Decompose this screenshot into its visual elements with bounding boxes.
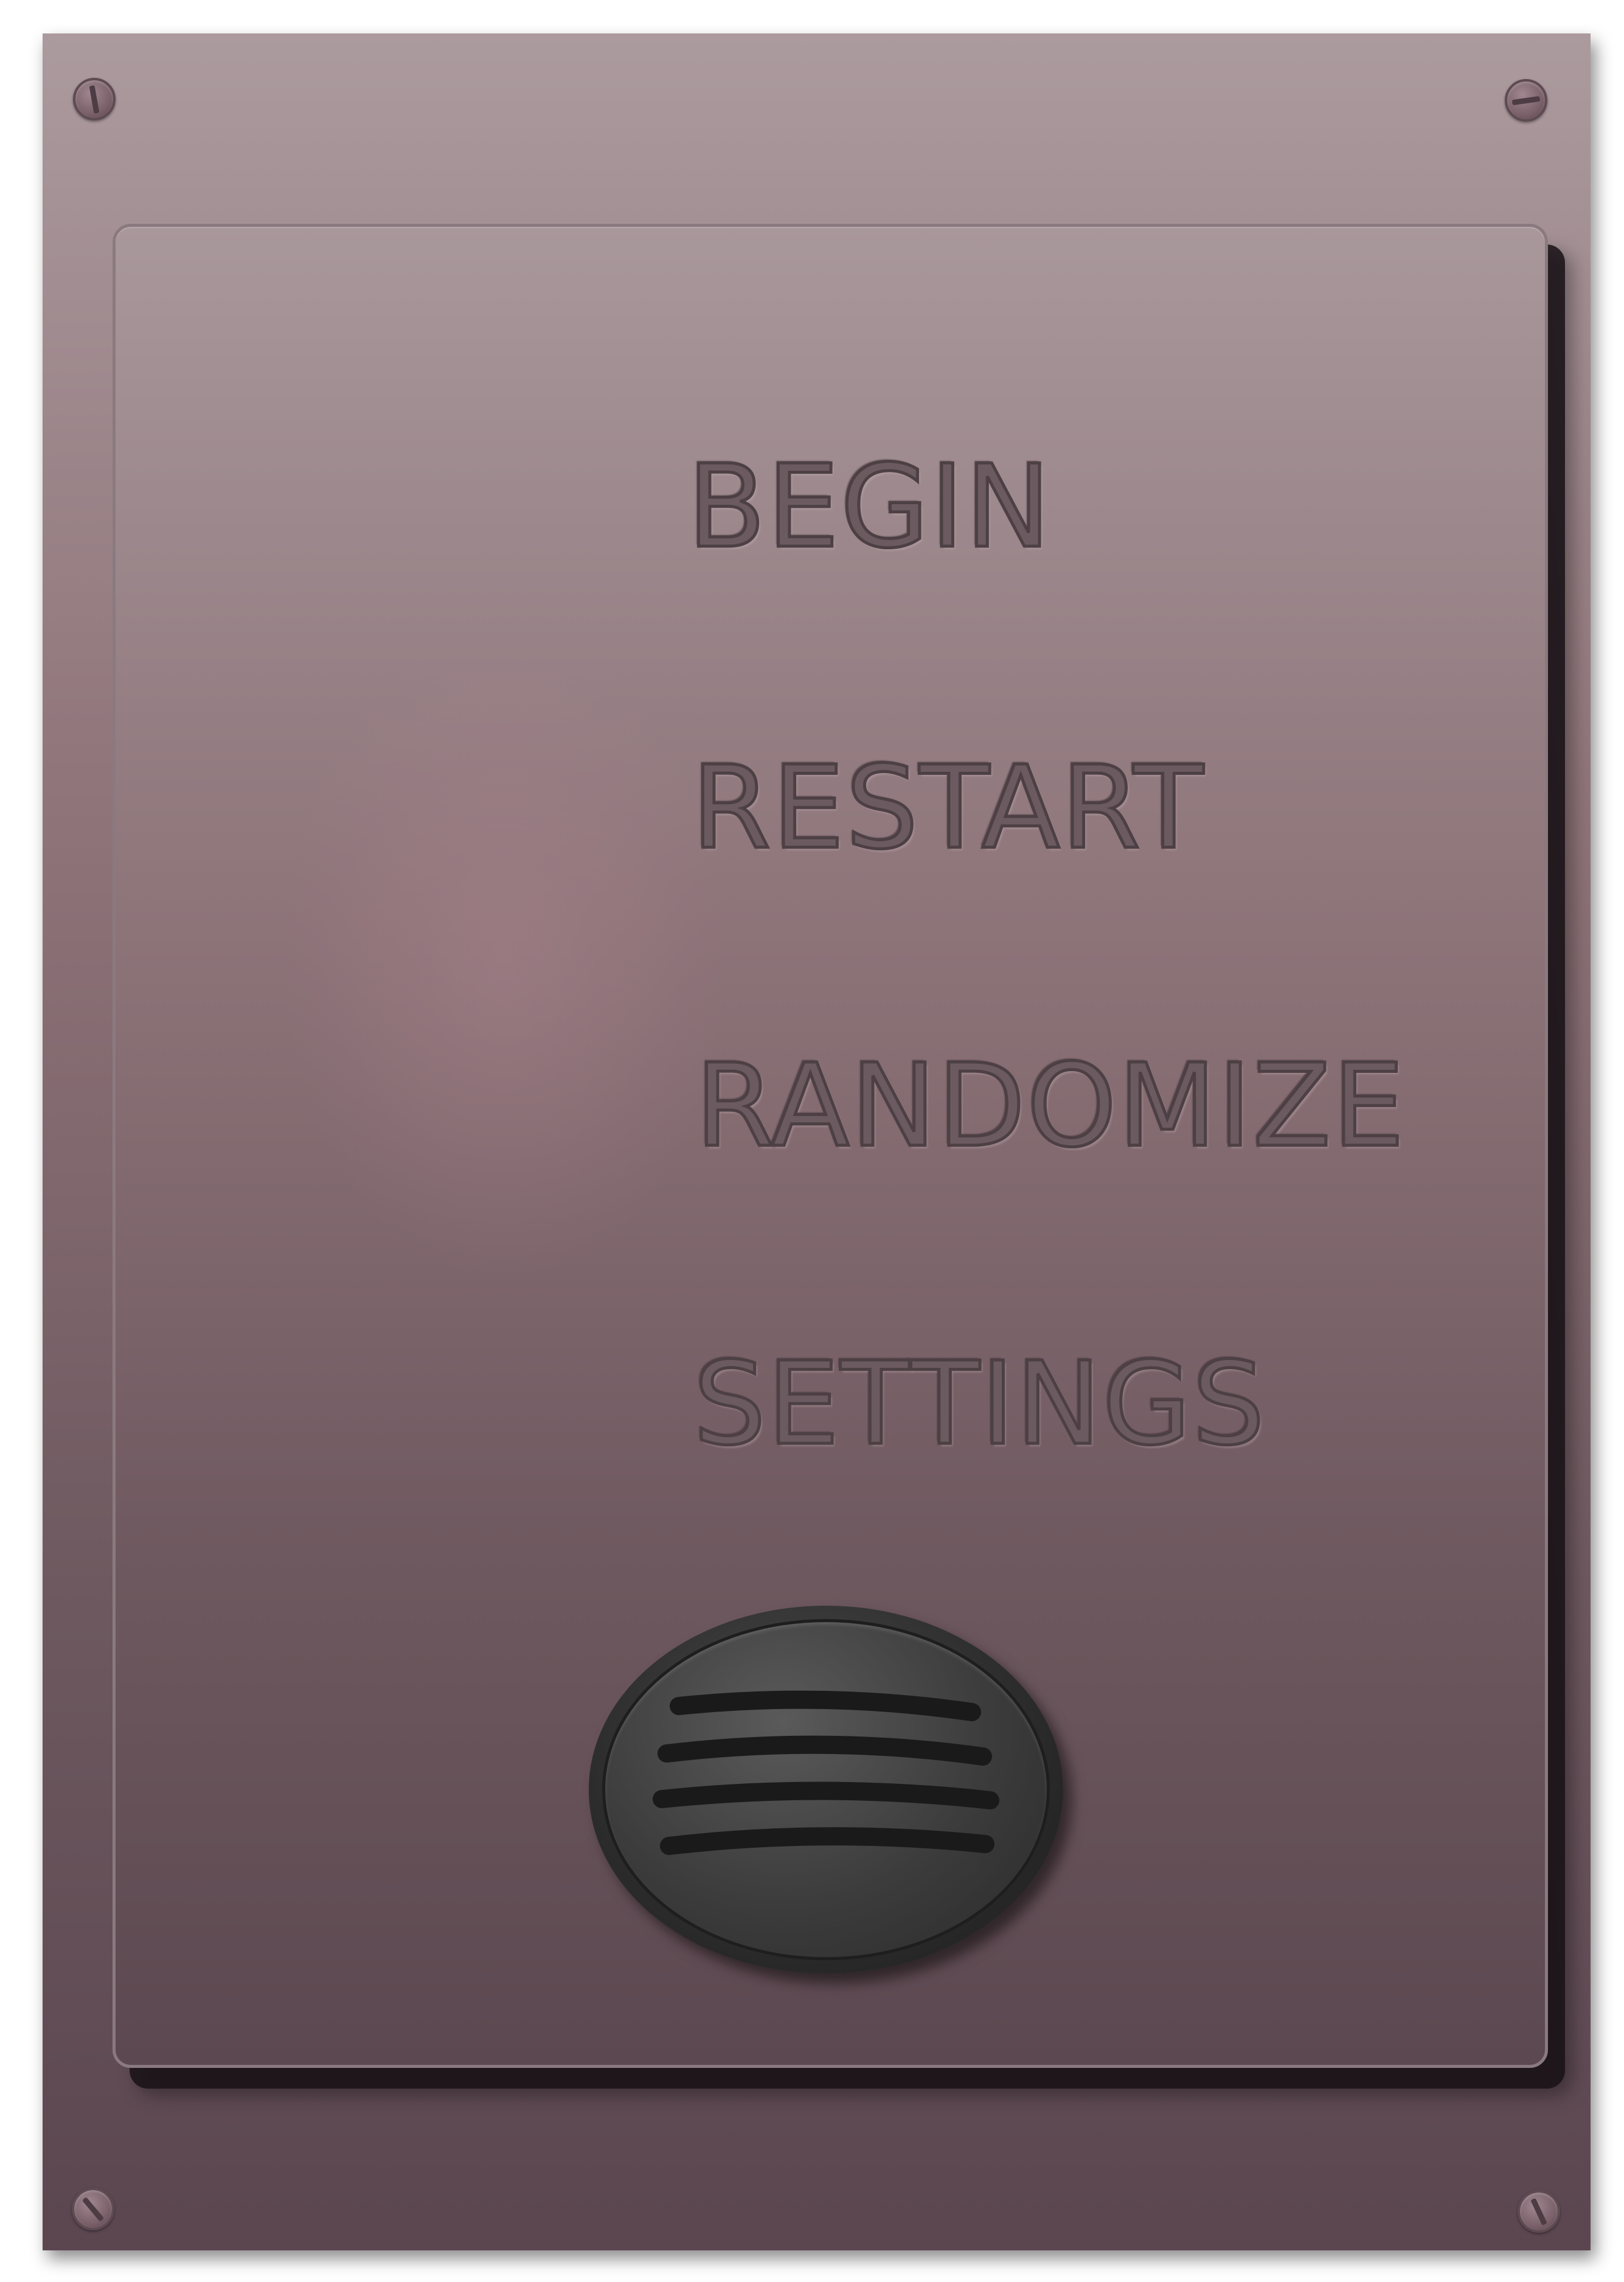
- screw-icon: [1505, 79, 1547, 122]
- restart-button[interactable]: RESTART: [690, 749, 1204, 867]
- screw-icon: [73, 78, 116, 120]
- settings-button[interactable]: SETTINGS: [692, 1345, 1267, 1463]
- begin-button[interactable]: BEGIN: [686, 448, 1053, 566]
- randomize-button[interactable]: RANDOMIZE: [693, 1047, 1406, 1165]
- speaker-button[interactable]: [589, 1606, 1063, 1974]
- speaker-grille-icon: [653, 1690, 999, 1855]
- menu-screen: BEGIN RESTART RANDOMIZE SETTINGS: [0, 0, 1624, 2282]
- screw-icon: [72, 2188, 114, 2230]
- screw-icon: [1518, 2190, 1560, 2233]
